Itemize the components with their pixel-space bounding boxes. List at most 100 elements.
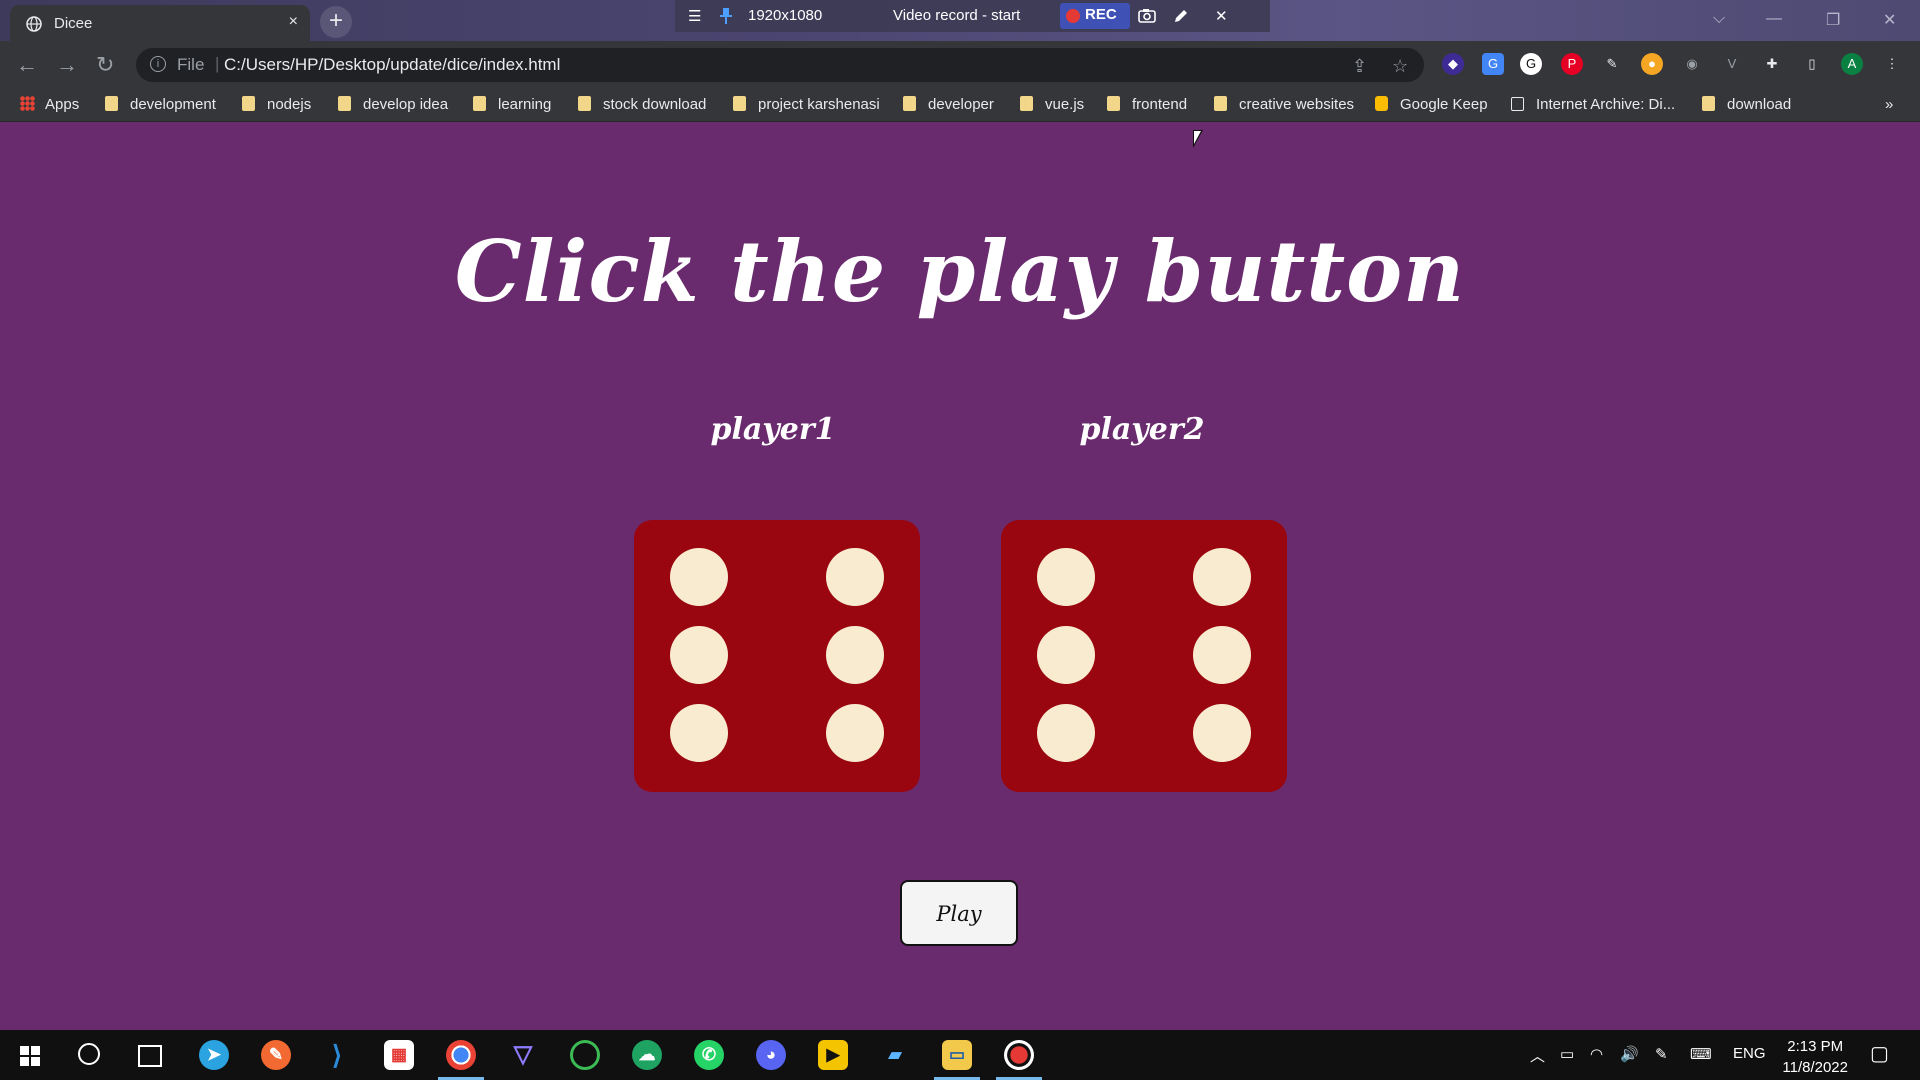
browser-toolbar: ← → ↻ i File | C:/Users/HP/Desktop/updat… <box>0 41 1920 89</box>
screen-recorder-icon[interactable] <box>1004 1040 1034 1070</box>
address-bar[interactable]: i File | C:/Users/HP/Desktop/update/dice… <box>136 48 1424 82</box>
google-translate-icon[interactable]: G <box>1482 53 1504 75</box>
task-view-icon[interactable] <box>138 1045 162 1067</box>
bookmark-vuejs[interactable]: vue.js <box>1020 96 1084 113</box>
new-tab-button[interactable]: + <box>320 6 352 38</box>
chrome-icon[interactable] <box>446 1040 476 1070</box>
extension-hexagon-icon[interactable]: ◆ <box>1442 53 1464 75</box>
discord-icon[interactable]: ◕ <box>756 1040 786 1070</box>
folder-icon <box>338 96 351 111</box>
cortana-search-icon[interactable] <box>78 1043 100 1065</box>
die-pip <box>826 704 884 762</box>
orange-extension-icon[interactable]: ● <box>1641 53 1663 75</box>
bookmark-download[interactable]: download <box>1702 96 1791 113</box>
browser-tab-dicee[interactable]: Dicee × <box>10 5 310 41</box>
tab-close-icon[interactable]: × <box>289 13 298 31</box>
bookmark-develop-idea[interactable]: develop idea <box>338 96 448 113</box>
die-pip <box>670 704 728 762</box>
player2-label: player2 <box>1079 412 1205 447</box>
windows-start-icon[interactable] <box>20 1046 40 1066</box>
bookmark-creative-websites[interactable]: creative websites <box>1214 96 1354 113</box>
bookmarks-overflow-icon[interactable]: » <box>1885 96 1893 113</box>
minimize-icon[interactable]: — <box>1766 10 1782 28</box>
recorder-status: Video record - start <box>893 7 1021 24</box>
globe-icon <box>26 16 42 32</box>
bookmark-apps[interactable]: Apps <box>20 96 79 113</box>
bookmark-frontend[interactable]: frontend <box>1107 96 1187 113</box>
bookmark-developer[interactable]: developer <box>903 96 994 113</box>
bookmark-learning[interactable]: learning <box>473 96 551 113</box>
tab-search-icon[interactable]: ⌵ <box>1713 10 1725 28</box>
language-indicator[interactable]: ENG <box>1733 1045 1766 1062</box>
folder-icon <box>903 96 916 111</box>
mouse-cursor-icon <box>1193 130 1203 148</box>
image-app-icon[interactable]: ▦ <box>384 1040 414 1070</box>
camera-extension-icon[interactable]: ◉ <box>1681 53 1703 75</box>
bookmark-development[interactable]: development <box>105 96 216 113</box>
share-icon[interactable]: ⇪ <box>1352 56 1367 77</box>
clock-time: 2:13 PM <box>1787 1038 1844 1055</box>
bookmark-google-keep[interactable]: Google Keep <box>1375 96 1488 113</box>
player1-label: player1 <box>710 412 836 447</box>
whatsapp-icon[interactable]: ✆ <box>694 1040 724 1070</box>
vscode-icon[interactable]: ⟩ <box>322 1040 352 1070</box>
wifi-icon[interactable]: ◠ <box>1590 1045 1603 1063</box>
folder-icon <box>1107 96 1120 111</box>
bookmark-internet-archive[interactable]: Internet Archive: Di... <box>1511 96 1675 113</box>
restore-icon[interactable]: ❐ <box>1826 10 1840 30</box>
folder-icon <box>1214 96 1227 111</box>
volume-icon[interactable]: 🔊 <box>1620 1045 1639 1063</box>
remote-desktop-icon[interactable]: ▰ <box>880 1040 910 1070</box>
profile-avatar[interactable]: A <box>1841 53 1863 75</box>
recorder-resolution[interactable]: 1920x1080 <box>748 7 822 24</box>
player-app-icon[interactable]: ▶ <box>818 1040 848 1070</box>
pin-icon[interactable] <box>720 8 732 24</box>
extensions-puzzle-icon[interactable]: ✚ <box>1761 53 1783 75</box>
grammarly-icon[interactable]: G <box>1520 53 1542 75</box>
camera-icon[interactable] <box>1138 8 1156 23</box>
pencil-icon[interactable] <box>1173 8 1189 24</box>
telegram-icon[interactable]: ➤ <box>199 1040 229 1070</box>
show-hidden-icons-icon[interactable]: ︿ <box>1530 1045 1545 1066</box>
folder-icon <box>733 96 746 111</box>
folder-icon <box>105 96 118 111</box>
page-heading: Click the play button <box>454 222 1466 321</box>
side-panel-icon[interactable]: ▯ <box>1801 53 1823 75</box>
tab-title: Dicee <box>54 15 93 32</box>
keyboard-icon[interactable]: ⌨ <box>1690 1045 1712 1063</box>
play-button[interactable]: Play <box>900 880 1018 946</box>
battery-icon[interactable]: ▭ <box>1560 1045 1574 1063</box>
folder-icon <box>473 96 486 111</box>
notification-center-icon[interactable]: ▢ <box>1870 1041 1889 1066</box>
vue-devtools-icon[interactable]: V <box>1721 53 1743 75</box>
browser-menu-icon[interactable]: ⋮ <box>1881 53 1903 75</box>
bookmark-project-karshenasi[interactable]: project karshenasi <box>733 96 880 113</box>
die-pip <box>1037 704 1095 762</box>
die-pip <box>670 626 728 684</box>
reload-icon[interactable]: ↻ <box>96 52 114 78</box>
window-close-icon[interactable]: ✕ <box>1883 10 1896 30</box>
forward-arrow-icon[interactable]: → <box>56 52 78 78</box>
recorder-close-icon[interactable]: ✕ <box>1215 7 1228 25</box>
address-url[interactable]: C:/Users/HP/Desktop/update/dice/index.ht… <box>224 55 560 75</box>
windows-taskbar: ➤ ✎ ⟩ ▦ ▽ ☁ ✆ ◕ ▶ ▰ ▭ ︿ ▭ ◠ 🔊 ✎ ⌨ ENG 2:… <box>0 1030 1920 1080</box>
die-pip <box>670 548 728 606</box>
bookmark-stock-download[interactable]: stock download <box>578 96 706 113</box>
bookmark-star-icon[interactable]: ☆ <box>1392 56 1408 77</box>
file-explorer-icon[interactable]: ▭ <box>942 1040 972 1070</box>
system-clock[interactable]: 2:13 PM 11/8/2022 <box>1782 1036 1848 1078</box>
die-pip <box>1037 548 1095 606</box>
pen-app-icon[interactable]: ✎ <box>261 1040 291 1070</box>
vpn-app-icon[interactable]: ▽ <box>508 1040 538 1070</box>
pinterest-icon[interactable]: P <box>1561 53 1583 75</box>
site-info-icon[interactable]: i <box>150 56 166 72</box>
back-arrow-icon[interactable]: ← <box>16 52 38 78</box>
screen-recorder-bar: ☰ 1920x1080 Video record - start REC ✕ <box>675 0 1270 32</box>
pen-extension-icon[interactable]: ✎ <box>1601 53 1623 75</box>
recorder-menu-icon[interactable]: ☰ <box>688 7 701 25</box>
bookmark-nodejs[interactable]: nodejs <box>242 96 311 113</box>
rec-button[interactable]: REC <box>1060 3 1130 29</box>
pen-tray-icon[interactable]: ✎ <box>1655 1045 1668 1063</box>
refresh-app-icon[interactable] <box>570 1040 600 1070</box>
chat-app-icon[interactable]: ☁ <box>632 1040 662 1070</box>
